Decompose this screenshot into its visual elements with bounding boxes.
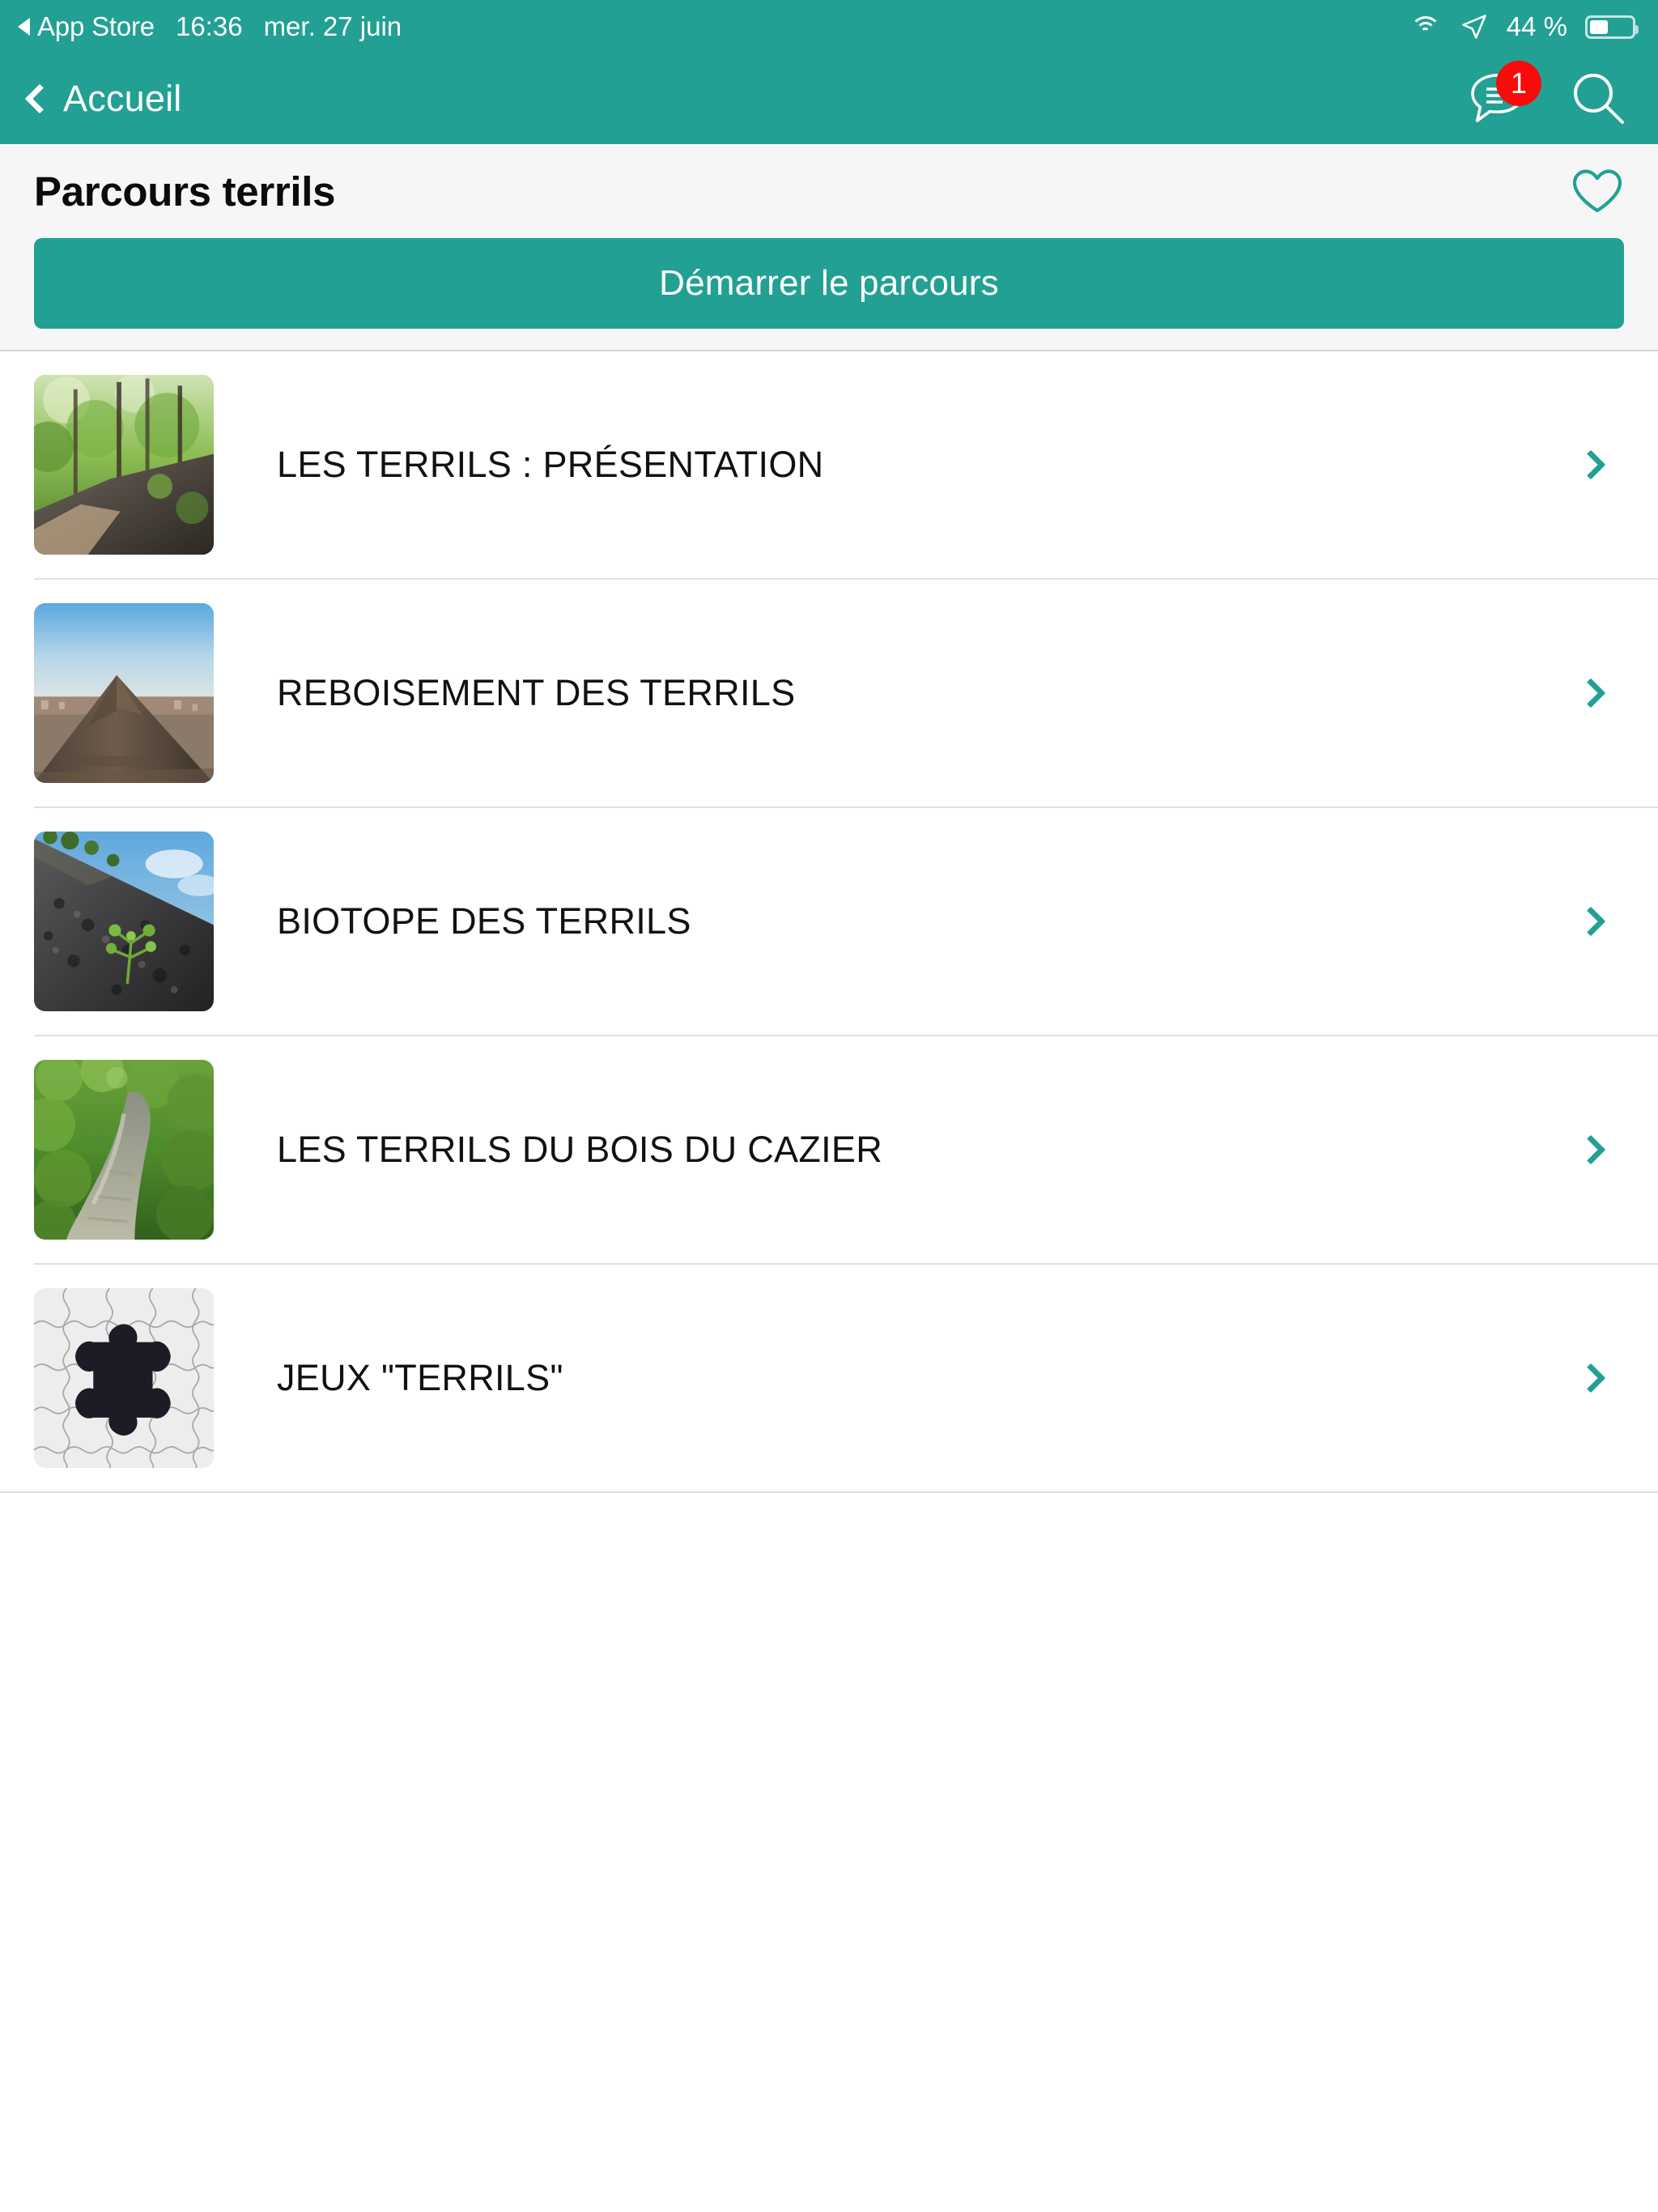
- back-button-label: Accueil: [63, 78, 182, 119]
- chevron-right-icon[interactable]: [1575, 1363, 1606, 1393]
- status-bar-date: mer. 27 juin: [263, 11, 402, 41]
- list-divider: [0, 1491, 1658, 1493]
- list-item[interactable]: JEUX "TERRILS": [0, 1265, 1658, 1491]
- location-arrow-icon: [1462, 15, 1486, 39]
- chevron-right-icon[interactable]: [1575, 678, 1606, 708]
- search-button[interactable]: [1569, 69, 1629, 129]
- coal-slope-plant-photo: [34, 832, 214, 1011]
- header-panel: Parcours terrils Démarrer le parcours: [0, 144, 1658, 351]
- chat-button[interactable]: 1: [1469, 61, 1541, 127]
- chevron-right-icon[interactable]: [1575, 906, 1606, 937]
- section-list: LES TERRILS : PRÉSENTATION REBOISEMENT D…: [0, 351, 1658, 1493]
- heart-outline-icon: [1572, 169, 1622, 213]
- search-icon: [1574, 74, 1624, 124]
- list-item[interactable]: LES TERRILS : PRÉSENTATION: [0, 351, 1658, 578]
- title-row: Parcours terrils: [34, 144, 1624, 238]
- chevron-left-icon: [24, 83, 55, 114]
- favorite-button[interactable]: [1571, 167, 1624, 215]
- list-item-label: LES TERRILS : PRÉSENTATION: [277, 444, 824, 485]
- forest-path-photo: [34, 375, 214, 555]
- triangle-left-icon[interactable]: [18, 18, 30, 36]
- status-bar-time: 16:36: [175, 11, 243, 41]
- battery-percent-label: 44 %: [1506, 11, 1567, 41]
- chat-badge: 1: [1496, 61, 1541, 106]
- status-bar-back-app[interactable]: App Store: [37, 11, 155, 42]
- list-item[interactable]: LES TERRILS DU BOIS DU CAZIER: [0, 1036, 1658, 1263]
- list-item[interactable]: REBOISEMENT DES TERRILS: [0, 580, 1658, 806]
- wifi-icon: [1409, 15, 1442, 39]
- list-item-label: BIOTOPE DES TERRILS: [277, 900, 691, 942]
- list-item-label: REBOISEMENT DES TERRILS: [277, 672, 796, 713]
- page-title: Parcours terrils: [34, 168, 336, 215]
- chevron-right-icon[interactable]: [1575, 449, 1606, 480]
- slag-heap-cone-photo: [34, 603, 214, 783]
- jigsaw-puzzle-photo: [34, 1288, 214, 1468]
- navigation-actions: 1: [1469, 61, 1629, 129]
- status-bar-left: App Store 16:36 mer. 27 juin: [18, 11, 402, 42]
- battery-icon: [1585, 15, 1639, 39]
- list-item[interactable]: BIOTOPE DES TERRILS: [0, 808, 1658, 1035]
- navigation-bar: Accueil 1: [0, 53, 1658, 144]
- back-button[interactable]: Accueil: [24, 78, 181, 120]
- status-bar-right: 44 %: [1409, 11, 1639, 42]
- chevron-right-icon[interactable]: [1575, 1134, 1606, 1165]
- start-route-button[interactable]: Démarrer le parcours: [34, 238, 1624, 329]
- green-trail-photo: [34, 1060, 214, 1240]
- list-item-label: JEUX "TERRILS": [277, 1357, 563, 1398]
- status-bar: App Store 16:36 mer. 27 juin 44 %: [0, 0, 1658, 53]
- list-item-label: LES TERRILS DU BOIS DU CAZIER: [277, 1129, 883, 1170]
